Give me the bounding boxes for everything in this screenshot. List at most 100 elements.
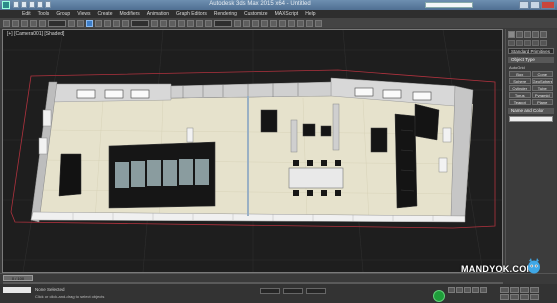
- cylinder-button[interactable]: Cylinder: [509, 85, 531, 91]
- orbit-icon[interactable]: [520, 294, 529, 300]
- menu-item-help[interactable]: Help: [305, 11, 315, 17]
- torus-button[interactable]: Torus: [509, 92, 531, 98]
- save-file-icon[interactable]: [29, 1, 35, 8]
- bind-warp-icon[interactable]: [39, 19, 46, 27]
- select-scale-icon[interactable]: [122, 19, 129, 27]
- menu-item-tools[interactable]: Tools: [38, 11, 50, 17]
- pivot-center-icon[interactable]: [151, 19, 158, 27]
- zoom-all-icon[interactable]: [510, 287, 519, 293]
- minimize-button[interactable]: [519, 1, 529, 9]
- zoom-icon[interactable]: [500, 287, 509, 293]
- box-button[interactable]: Box: [509, 71, 531, 77]
- layer-explorer-icon[interactable]: [252, 19, 259, 27]
- menu-item-graph-editors[interactable]: Graph Editors: [176, 11, 207, 17]
- z-coordinate-field[interactable]: [306, 288, 326, 294]
- open-file-icon[interactable]: [21, 1, 27, 8]
- x-coordinate-field[interactable]: [260, 288, 280, 294]
- app-logo-icon[interactable]: [2, 1, 10, 9]
- undo-icon[interactable]: [37, 1, 43, 8]
- display-tab-icon[interactable]: [540, 31, 547, 38]
- redo-tool-icon[interactable]: [12, 19, 19, 27]
- spinner-snap-icon[interactable]: [205, 19, 212, 27]
- plane-button[interactable]: Plane: [531, 99, 553, 105]
- zoom-extents-all-icon[interactable]: [530, 287, 539, 293]
- time-slider[interactable]: 0 / 100: [3, 275, 33, 281]
- new-file-icon[interactable]: [13, 1, 19, 8]
- schematic-view-icon[interactable]: [279, 19, 286, 27]
- camera-viewport[interactable]: [+] [Camera001] [Shaded]: [2, 29, 503, 273]
- pyramid-button[interactable]: Pyramid: [531, 92, 553, 98]
- select-manipulate-icon[interactable]: [160, 19, 167, 27]
- y-coordinate-field[interactable]: [283, 288, 303, 294]
- search-input[interactable]: [425, 2, 473, 8]
- selection-filter-dropdown[interactable]: [48, 19, 66, 27]
- maximize-button[interactable]: [530, 1, 540, 9]
- named-selection-set-dropdown[interactable]: [214, 19, 232, 27]
- maxscript-listener-field[interactable]: [3, 287, 31, 293]
- window-crossing-icon[interactable]: [95, 19, 102, 27]
- percent-snap-icon[interactable]: [196, 19, 203, 27]
- redo-icon[interactable]: [45, 1, 51, 8]
- keyboard-shortcut-override-icon[interactable]: [169, 19, 176, 27]
- play-icon[interactable]: [464, 287, 471, 293]
- render-setup-icon[interactable]: [297, 19, 304, 27]
- field-of-view-icon[interactable]: [500, 294, 509, 300]
- tube-button[interactable]: Tube: [531, 85, 553, 91]
- object-name-field[interactable]: [509, 116, 553, 122]
- lights-icon[interactable]: [524, 40, 531, 46]
- menu-item-animation[interactable]: Animation: [147, 11, 169, 17]
- geometry-icon[interactable]: [508, 40, 515, 46]
- rectangular-selection-icon[interactable]: [86, 19, 93, 27]
- cameras-icon[interactable]: [532, 40, 539, 46]
- render-production-icon[interactable]: [315, 19, 322, 27]
- rendered-frame-window-icon[interactable]: [306, 19, 313, 27]
- snaps-toggle-icon[interactable]: [178, 19, 185, 27]
- shapes-icon[interactable]: [516, 40, 523, 46]
- auto-key-button[interactable]: [433, 290, 445, 302]
- hierarchy-tab-icon[interactable]: [524, 31, 531, 38]
- viewport-label[interactable]: [+] [Camera001] [Shaded]: [7, 31, 64, 37]
- menu-item-edit[interactable]: Edit: [22, 11, 31, 17]
- maximize-viewport-icon[interactable]: [530, 294, 539, 300]
- primitive-type-dropdown[interactable]: Standard Primitives: [508, 48, 554, 54]
- motion-tab-icon[interactable]: [532, 31, 539, 38]
- material-editor-icon[interactable]: [288, 19, 295, 27]
- go-to-start-icon[interactable]: [448, 287, 455, 293]
- cone-button[interactable]: Cone: [531, 71, 553, 77]
- menu-item-customize[interactable]: Customize: [244, 11, 268, 17]
- select-rotate-icon[interactable]: [113, 19, 120, 27]
- previous-frame-icon[interactable]: [456, 287, 463, 293]
- select-move-icon[interactable]: [104, 19, 111, 27]
- go-to-end-icon[interactable]: [480, 287, 487, 293]
- next-frame-icon[interactable]: [472, 287, 479, 293]
- angle-snap-icon[interactable]: [187, 19, 194, 27]
- menu-item-rendering[interactable]: Rendering: [214, 11, 237, 17]
- curve-editor-icon[interactable]: [270, 19, 277, 27]
- modify-tab-icon[interactable]: [516, 31, 523, 38]
- autogrid-checkbox[interactable]: AutoGrid: [509, 65, 553, 70]
- unlink-icon[interactable]: [30, 19, 37, 27]
- mirror-icon[interactable]: [234, 19, 241, 27]
- menu-item-views[interactable]: Views: [77, 11, 90, 17]
- select-object-icon[interactable]: [68, 19, 75, 27]
- sphere-button[interactable]: Sphere: [509, 78, 531, 84]
- teapot-button[interactable]: Teapot: [509, 99, 531, 105]
- menu-item-group[interactable]: Group: [56, 11, 70, 17]
- helpers-icon[interactable]: [540, 40, 547, 46]
- menu-item-modifiers[interactable]: Modifiers: [119, 11, 139, 17]
- reference-coordinate-dropdown[interactable]: [131, 19, 149, 27]
- pan-icon[interactable]: [510, 294, 519, 300]
- object-type-rollout[interactable]: Object Type: [508, 57, 554, 63]
- menu-item-maxscript[interactable]: MAXScript: [275, 11, 299, 17]
- create-tab-icon[interactable]: [508, 31, 515, 38]
- align-icon[interactable]: [243, 19, 250, 27]
- geosphere-button[interactable]: GeoSphere: [531, 78, 553, 84]
- link-icon[interactable]: [21, 19, 28, 27]
- undo-tool-icon[interactable]: [3, 19, 10, 27]
- name-and-color-rollout[interactable]: Name and Color: [508, 108, 554, 114]
- zoom-extents-icon[interactable]: [520, 287, 529, 293]
- menu-item-create[interactable]: Create: [97, 11, 112, 17]
- close-button[interactable]: [541, 1, 555, 9]
- graphite-ribbon-icon[interactable]: [261, 19, 268, 27]
- select-by-name-icon[interactable]: [77, 19, 84, 27]
